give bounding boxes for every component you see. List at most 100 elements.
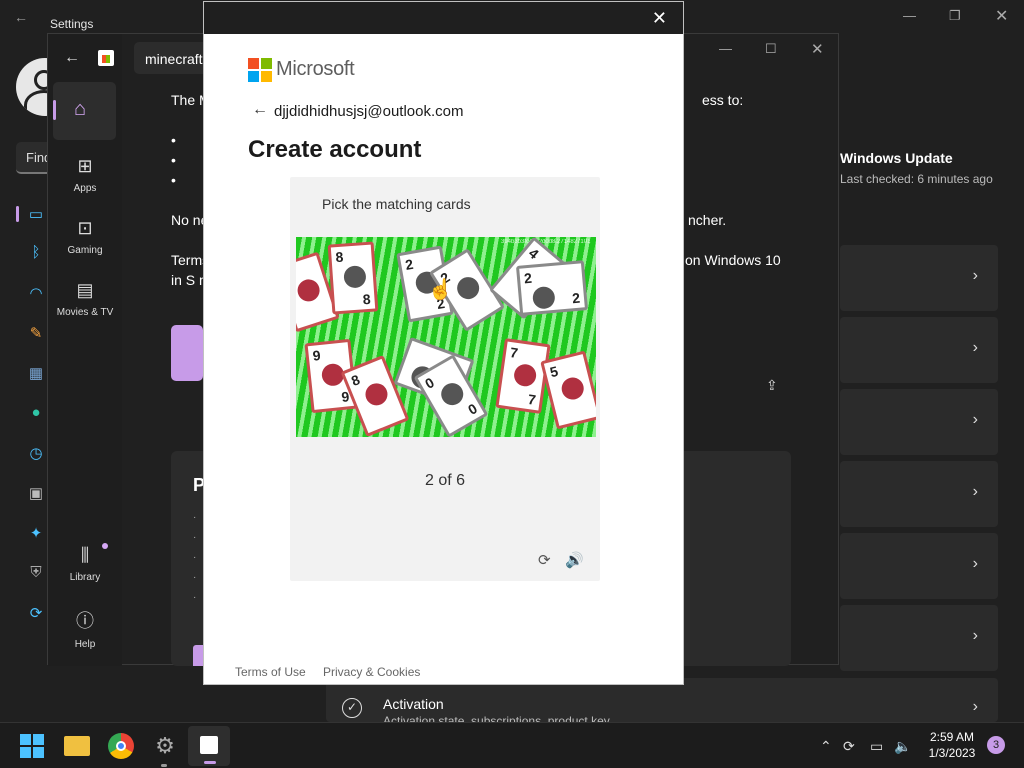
privacy-link[interactable]: Privacy & Cookies [323, 665, 420, 679]
description-text: on Windows 10 [685, 252, 781, 268]
system-icon[interactable]: ▭ [26, 205, 46, 225]
captcha-panel: Pick the matching cards 394b3b3fc48c2d0d… [290, 177, 600, 581]
chevron-right-icon: › [972, 627, 978, 644]
clock-date: 1/3/2023 [928, 746, 976, 760]
nav-apps-label: Apps [73, 183, 97, 194]
help-icon: ⓘ [76, 611, 94, 631]
back-arrow-icon[interactable]: ← [64, 49, 80, 67]
taskbar: ⚙ ⌃ ⟳ ▭ 🔈 2:59 AM 1/3/2023 3 [0, 722, 1024, 768]
settings-title: Settings [50, 17, 94, 31]
home-icon: ⌂ [74, 98, 87, 120]
settings-gear-icon[interactable]: ⚙ [152, 733, 178, 759]
card: 22 [515, 260, 589, 316]
list-dot: · [193, 572, 197, 583]
settings-row[interactable]: › [840, 533, 998, 599]
library-icon: ⫼ [80, 545, 90, 565]
close-icon[interactable]: ✕ [811, 40, 824, 58]
privacy-security-icon[interactable]: ⛨ [26, 564, 46, 584]
settings-row[interactable]: › [840, 605, 998, 671]
apps-icon[interactable]: ▦ [26, 364, 46, 384]
store-logo-icon [98, 50, 114, 66]
running-indicator [161, 764, 167, 767]
captcha-progress: 2 of 6 [424, 472, 466, 489]
description-text: ess to: [702, 92, 744, 108]
list-dot: · [193, 592, 197, 603]
apps-icon: ⊞ [77, 156, 93, 176]
back-arrow-icon[interactable]: ← [14, 9, 28, 25]
bluetooth-icon[interactable]: ᛒ [26, 244, 46, 264]
gamepad-icon: ⊡ [77, 218, 93, 238]
hand-cursor-icon: ☝ [428, 279, 453, 301]
notification-badge[interactable]: 3 [987, 736, 1005, 754]
sync-icon[interactable]: ⟳ [843, 738, 855, 755]
nav-gaming-label: Gaming [67, 245, 103, 256]
nav-movies[interactable]: ▤ Movies & TV [48, 280, 122, 318]
microsoft-brand: Microsoft [276, 58, 355, 80]
start-icon[interactable] [20, 734, 44, 758]
dialog-titlebar: ✕ [204, 2, 683, 34]
clapperboard-icon: ▤ [76, 280, 94, 300]
file-explorer-icon[interactable] [64, 736, 90, 756]
update-dot-icon [102, 543, 108, 549]
chevron-right-icon: › [972, 555, 978, 572]
get-button[interactable] [171, 325, 203, 381]
nav-apps[interactable]: ⊞ Apps [48, 156, 122, 194]
account-email: djjdidhidhusjsj@outlook.com [274, 103, 464, 120]
clock[interactable]: 2:59 AM 1/3/2023 [920, 729, 984, 761]
activation-subtitle: Activation state, subscriptions, product… [383, 714, 610, 722]
card: 88 [327, 241, 379, 315]
settings-row[interactable]: › [840, 389, 998, 455]
list-dot: · [193, 552, 197, 563]
accessibility-icon[interactable]: ✦ [26, 524, 46, 544]
settings-row[interactable]: › [840, 245, 998, 311]
minimize-icon[interactable]: — [719, 41, 732, 56]
maximize-icon[interactable]: ☐ [765, 41, 777, 57]
settings-row[interactable]: › [840, 317, 998, 383]
network-icon[interactable]: ▭ [870, 738, 883, 755]
nav-library[interactable]: ⫼ Library [48, 545, 122, 583]
nav-home[interactable]: ⌂ [53, 82, 116, 140]
store-taskbar-button[interactable] [188, 726, 230, 766]
nav-selected-indicator [53, 100, 56, 120]
nav-help[interactable]: ⓘ Help [48, 607, 122, 650]
nav-gaming[interactable]: ⊡ Gaming [48, 218, 122, 256]
chevron-right-icon: › [972, 483, 978, 500]
windows-update-icon[interactable]: ⟳ [26, 604, 46, 624]
chevron-right-icon: › [972, 698, 978, 715]
list-dot: · [193, 512, 197, 523]
captcha-prompt: Pick the matching cards [322, 196, 471, 212]
windows-update-title: Windows Update [840, 150, 953, 166]
action-button[interactable] [193, 645, 203, 666]
bullet: • [171, 152, 176, 168]
refresh-icon[interactable]: ⟳ [538, 551, 551, 569]
card: 77 [495, 338, 551, 414]
windows-update-status: Last checked: 6 minutes ago [840, 172, 993, 186]
minimize-icon[interactable]: — [903, 8, 916, 23]
audio-icon[interactable]: 🔊 [565, 551, 584, 569]
settings-row[interactable]: › [840, 461, 998, 527]
dialog-close-icon[interactable]: ✕ [652, 8, 667, 29]
bullet: • [171, 172, 176, 188]
accounts-icon[interactable]: ● [26, 404, 46, 424]
chevron-right-icon: › [972, 411, 978, 428]
gaming-icon[interactable]: ▣ [26, 484, 46, 504]
network-icon[interactable]: ◠ [26, 284, 46, 304]
chrome-icon[interactable] [108, 733, 134, 759]
back-arrow-icon[interactable]: ← [252, 101, 268, 119]
store-sidebar: ← ⌂ ⊞ Apps ⊡ Gaming ▤ Movies & TV ⫼ Libr… [48, 34, 122, 666]
bullet: • [171, 132, 176, 148]
volume-icon[interactable]: 🔈 [894, 738, 911, 755]
list-dot: · [193, 532, 197, 543]
nav-library-label: Library [69, 572, 101, 583]
active-indicator [204, 761, 216, 764]
captcha-image[interactable]: 394b3b3fc48c2d0d8.2714827101 5 88 22 2 4… [296, 237, 596, 437]
chevron-up-icon[interactable]: ⌃ [820, 738, 832, 755]
restore-icon[interactable]: ❐ [949, 8, 961, 24]
chevron-right-icon: › [972, 267, 978, 284]
time-language-icon[interactable]: ◷ [26, 444, 46, 464]
terms-link[interactable]: Terms of Use [235, 665, 306, 679]
close-icon[interactable]: ✕ [995, 6, 1008, 26]
personalization-icon[interactable]: ✎ [26, 324, 46, 344]
share-icon[interactable]: ⇪ [766, 377, 778, 394]
microsoft-account-dialog: ✕ Microsoft ← djjdidhidhusjsj@outlook.co… [203, 1, 684, 685]
